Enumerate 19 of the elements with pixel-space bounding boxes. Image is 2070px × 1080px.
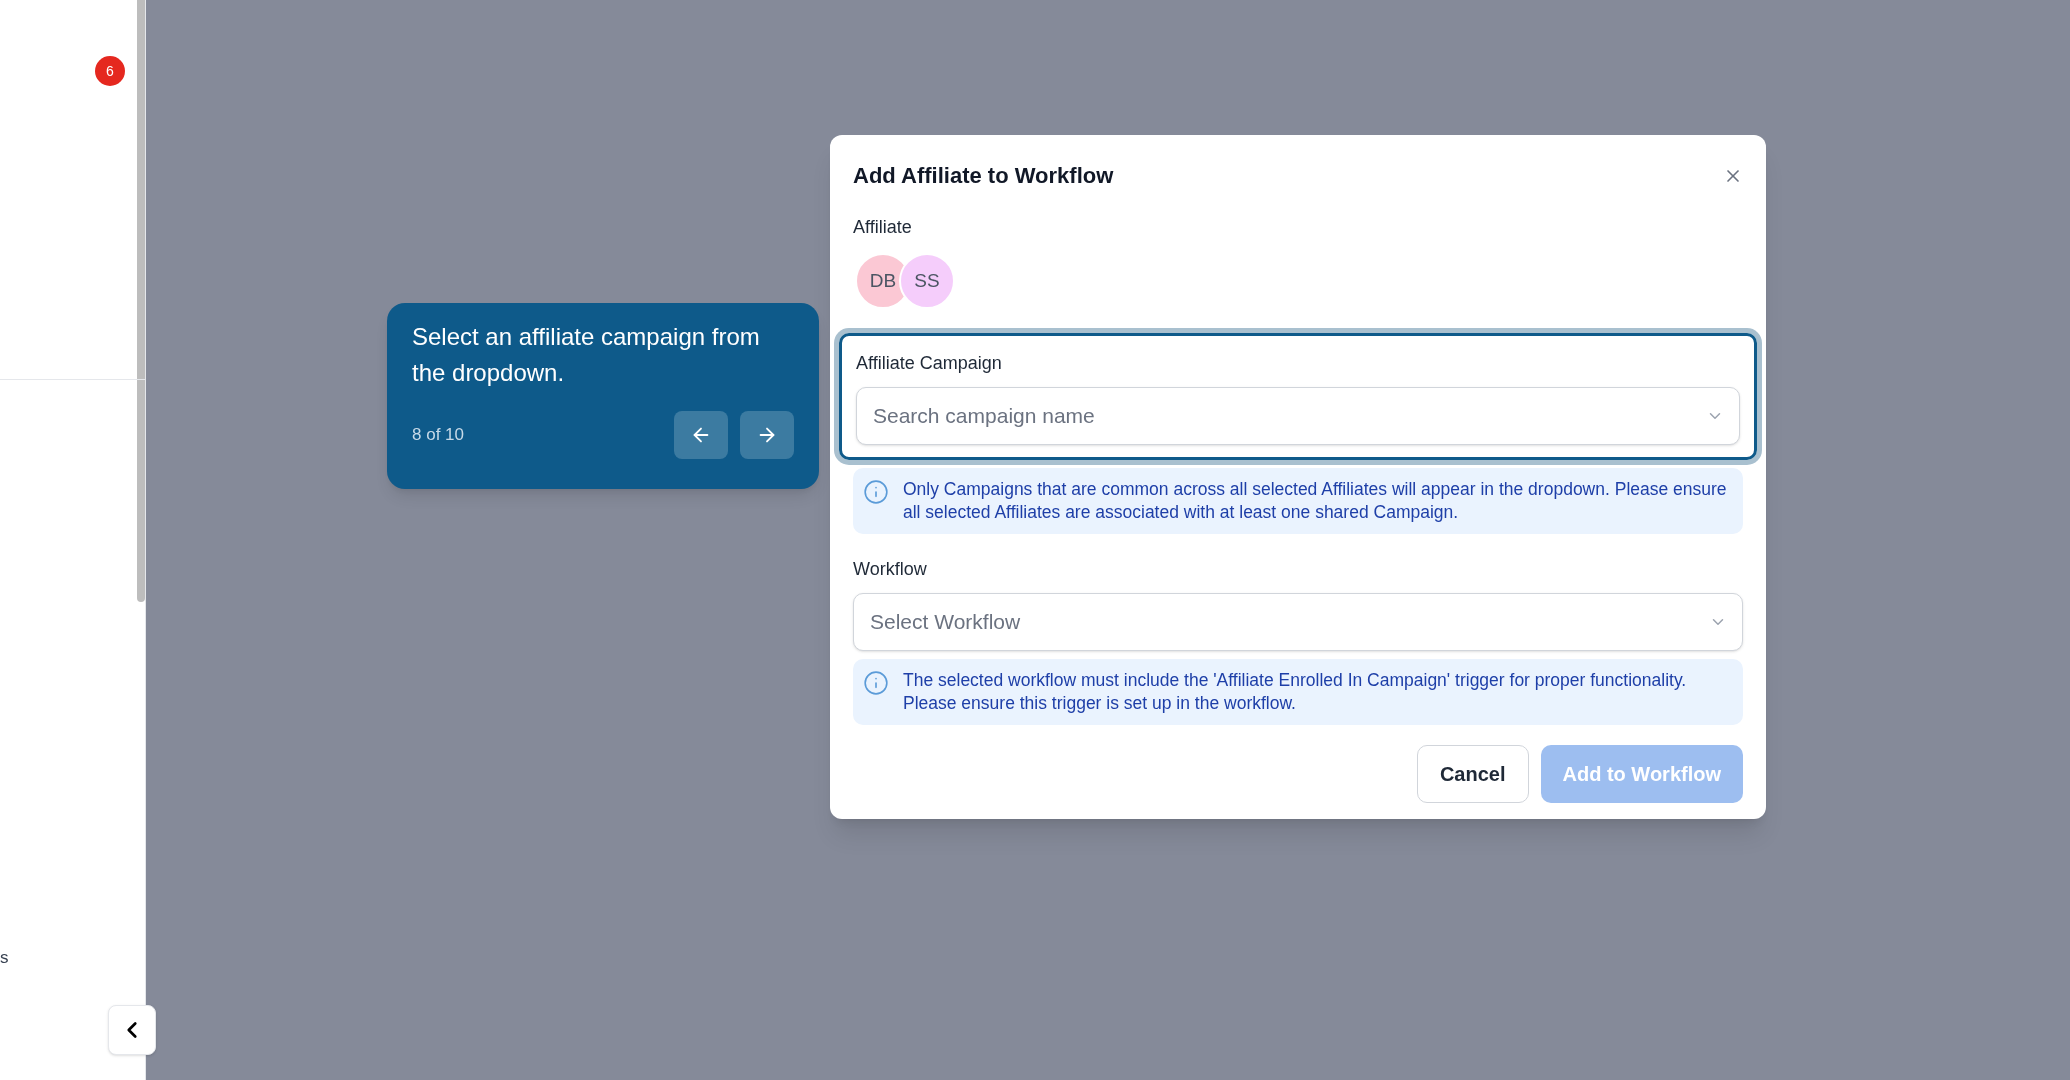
- collapse-button[interactable]: [108, 1005, 156, 1055]
- previous-button[interactable]: [674, 411, 728, 459]
- next-button[interactable]: [740, 411, 794, 459]
- info-text: The selected workflow must include the 'Affiliate Enrolled In Campaign' trigger for proper functionality. Please ensure this trigger is set up in the workflow.: [903, 669, 1688, 715]
- avatar: SS: [899, 253, 955, 309]
- info-icon: [863, 670, 889, 696]
- dropdown-field[interactable]: Select Workflow: [853, 593, 1743, 651]
- field-label: Affiliate Campaign: [856, 352, 1003, 375]
- cut-label: s: [0, 946, 10, 969]
- field-label: Affiliate: [853, 216, 913, 239]
- cancel-button[interactable]: Cancel: [1416, 745, 1529, 803]
- tooltip-text: Select an affiliate campaign from the dropdown.: [412, 322, 761, 388]
- dialog-title: Add Affiliate to Workflow: [853, 162, 1114, 190]
- notification-badge: 6: [95, 56, 125, 86]
- dropdown-field[interactable]: Search campaign name: [856, 387, 1740, 445]
- info-icon: [863, 479, 889, 505]
- step-counter: 8 of 10: [412, 424, 464, 447]
- info-text: Only Campaigns that are common across all selected Affiliates will appear in the dropdown. Please ensure all selected Affiliates are associated with at least one shared Campaign.: [903, 478, 1728, 524]
- field-label: Workflow: [853, 558, 928, 581]
